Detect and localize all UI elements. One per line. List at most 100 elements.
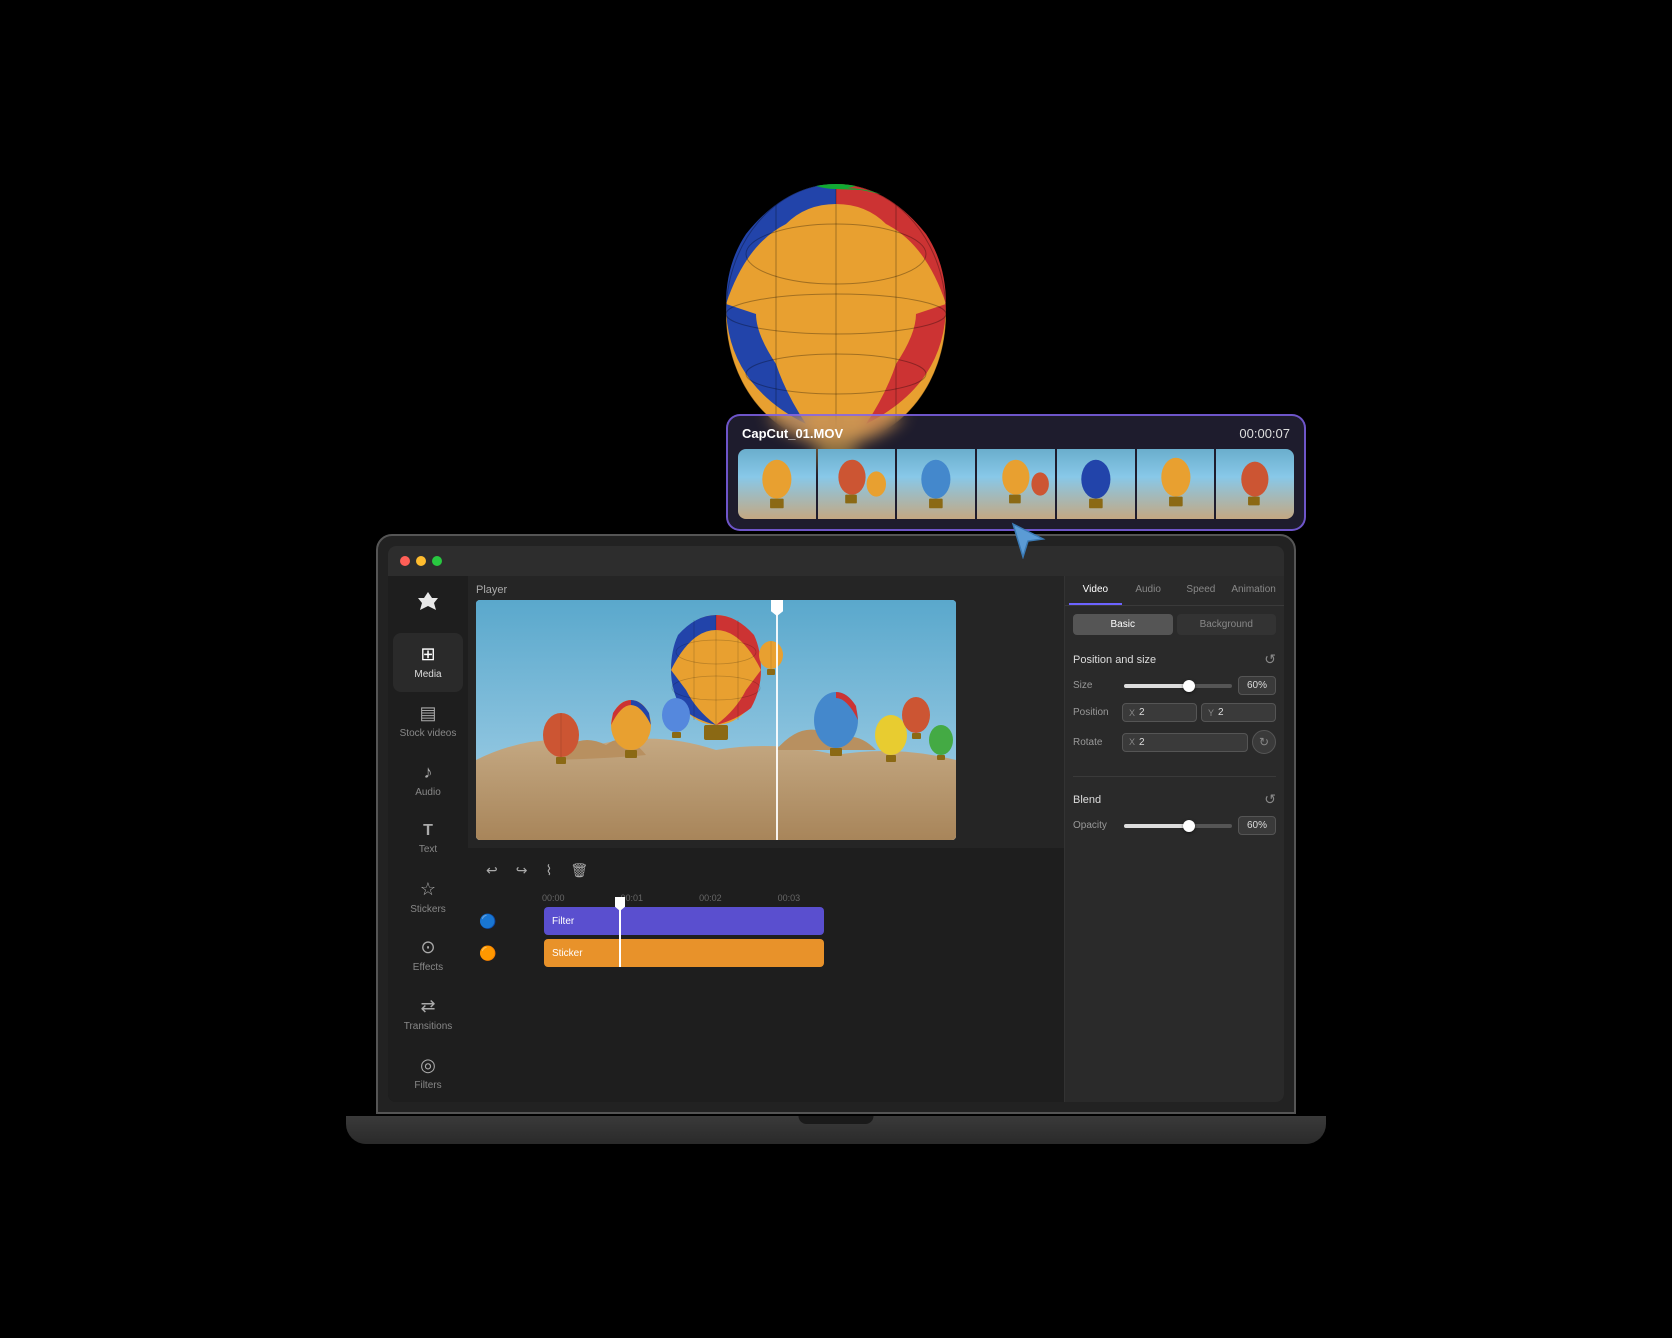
blend-section: Blend ↺ Opacity [1065, 783, 1284, 851]
rotate-x-axis: X [1129, 737, 1135, 747]
ruler-mark-0: 00:00 [542, 893, 565, 903]
effects-icon: ⊙ [420, 937, 435, 958]
sidebar-filters-label: Filters [414, 1080, 441, 1091]
sidebar-text-label: Text [419, 844, 437, 855]
size-slider-thumb[interactable] [1183, 680, 1195, 692]
timeline-track-area: 🔵 🟠 Filter [474, 907, 1058, 967]
delete-button[interactable]: 🗑 [566, 858, 592, 883]
main-area: Player [468, 576, 1064, 1102]
clip-name: CapCut_01.MOV [742, 426, 843, 441]
size-control-row: Size 60% [1073, 676, 1276, 695]
opacity-slider-track [1124, 824, 1232, 828]
clip-frame-6 [1137, 449, 1215, 519]
video-playhead [776, 600, 778, 840]
media-icon: ⊞ [420, 644, 435, 665]
sidebar-item-stock-videos[interactable]: ▤ Stock videos [393, 692, 463, 751]
position-size-reset[interactable]: ↺ [1264, 651, 1276, 668]
tab-video[interactable]: Video [1069, 576, 1122, 605]
panel-tabs: Video Audio Speed Animation [1065, 576, 1284, 606]
size-slider[interactable] [1124, 684, 1232, 688]
scene-svg [476, 600, 956, 840]
redo-button[interactable]: ↪ [512, 858, 532, 883]
cursor-arrow [1008, 519, 1048, 564]
blend-reset[interactable]: ↺ [1264, 791, 1276, 808]
timeline-playhead [619, 897, 621, 967]
sidebar-item-filters[interactable]: ◎ Filters [393, 1043, 463, 1102]
tab-audio[interactable]: Audio [1122, 576, 1175, 605]
rotate-x-input[interactable]: X 2 [1122, 733, 1248, 752]
size-slider-fill [1124, 684, 1189, 688]
sidebar-media-label: Media [414, 669, 441, 680]
rotate-control-row: Rotate X 2 ↻ [1073, 730, 1276, 754]
clip-frame-1 [738, 449, 816, 519]
opacity-slider-thumb[interactable] [1183, 820, 1195, 832]
opacity-value[interactable]: 60% [1238, 816, 1276, 835]
ruler-marks: 00:00 00:01 00:02 00:03 [512, 893, 800, 903]
tab-animation[interactable]: Animation [1227, 576, 1280, 605]
clip-frame-5 [1057, 449, 1135, 519]
blend-header: Blend ↺ [1073, 791, 1276, 808]
position-y-input[interactable]: Y 2 [1201, 703, 1276, 722]
rotate-button[interactable]: ↻ [1252, 730, 1276, 754]
stock-videos-icon: ▤ [419, 703, 436, 724]
filter-track-icon: 🔵 [474, 907, 502, 935]
position-control-row: Position X 2 Y 2 [1073, 703, 1276, 722]
blend-title: Blend [1073, 794, 1101, 806]
size-slider-track [1124, 684, 1232, 688]
text-icon: T [423, 822, 433, 840]
opacity-label: Opacity [1073, 820, 1118, 831]
clip-tooltip-header: CapCut_01.MOV 00:00:07 [738, 426, 1294, 441]
clip-tooltip: CapCut_01.MOV 00:00:07 [726, 414, 1306, 531]
sidebar-item-audio[interactable]: ♪ Audio [393, 750, 463, 809]
opacity-slider[interactable] [1124, 824, 1232, 828]
timeline-ruler: 00:00 00:01 00:02 00:03 [474, 893, 1058, 903]
sidebar-audio-label: Audio [415, 787, 441, 798]
filter-track-label: Filter [552, 916, 574, 927]
split-button[interactable]: ⌇ [541, 858, 556, 883]
sidebar-item-media[interactable]: ⊞ Media [393, 633, 463, 692]
clip-frames [738, 449, 1294, 519]
clip-time: 00:00:07 [1239, 426, 1290, 441]
ruler-mark-3: 00:03 [778, 893, 801, 903]
pos-x-axis: X [1129, 708, 1135, 718]
close-button[interactable] [400, 556, 410, 566]
rotate-x-value: 2 [1139, 737, 1145, 748]
size-label: Size [1073, 680, 1118, 691]
clip-frame-7 [1216, 449, 1294, 519]
sticker-track-icon: 🟠 [474, 939, 502, 967]
undo-button[interactable]: ↩ [482, 858, 502, 883]
sidebar-item-transitions[interactable]: ⇄ Transitions [393, 985, 463, 1044]
sidebar-item-effects[interactable]: ⊙ Effects [393, 926, 463, 985]
subtab-basic[interactable]: Basic [1073, 614, 1173, 635]
sidebar-stickers-label: Stickers [410, 904, 446, 915]
position-x-input[interactable]: X 2 [1122, 703, 1197, 722]
panel-sub-tabs: Basic Background [1065, 606, 1284, 643]
maximize-button[interactable] [432, 556, 442, 566]
filter-track[interactable]: Filter [544, 907, 824, 935]
size-value[interactable]: 60% [1238, 676, 1276, 695]
clip-frame-2 [818, 449, 896, 519]
track-icons-column: 🔵 🟠 [474, 907, 502, 967]
timeline-toolbar: ↩ ↪ ⌇ 🗑 [474, 854, 1058, 887]
opacity-slider-fill [1124, 824, 1189, 828]
position-size-section: Position and size ↺ Size [1065, 643, 1284, 770]
sidebar-stock-label: Stock videos [400, 728, 457, 739]
position-label: Position [1073, 707, 1118, 718]
timeline-section: ↩ ↪ ⌇ 🗑 00:00 00:01 00:02 [468, 848, 1064, 1102]
sidebar-item-stickers[interactable]: ☆ Stickers [393, 868, 463, 927]
sidebar-item-text[interactable]: T Text [393, 809, 463, 868]
subtab-background[interactable]: Background [1177, 614, 1277, 635]
tracks-container: Filter Sticker [514, 907, 1050, 967]
ruler-mark-2: 00:02 [699, 893, 722, 903]
minimize-button[interactable] [416, 556, 426, 566]
stickers-icon: ☆ [420, 879, 436, 900]
tab-speed[interactable]: Speed [1175, 576, 1228, 605]
player-label: Player [476, 584, 1056, 596]
player-section: Player [468, 576, 1064, 848]
audio-icon: ♪ [424, 762, 433, 783]
rotate-label: Rotate [1073, 737, 1118, 748]
sticker-track[interactable]: Sticker [544, 939, 824, 967]
sticker-track-label: Sticker [552, 948, 583, 959]
clip-frame-3 [897, 449, 975, 519]
sidebar-effects-label: Effects [413, 962, 443, 973]
